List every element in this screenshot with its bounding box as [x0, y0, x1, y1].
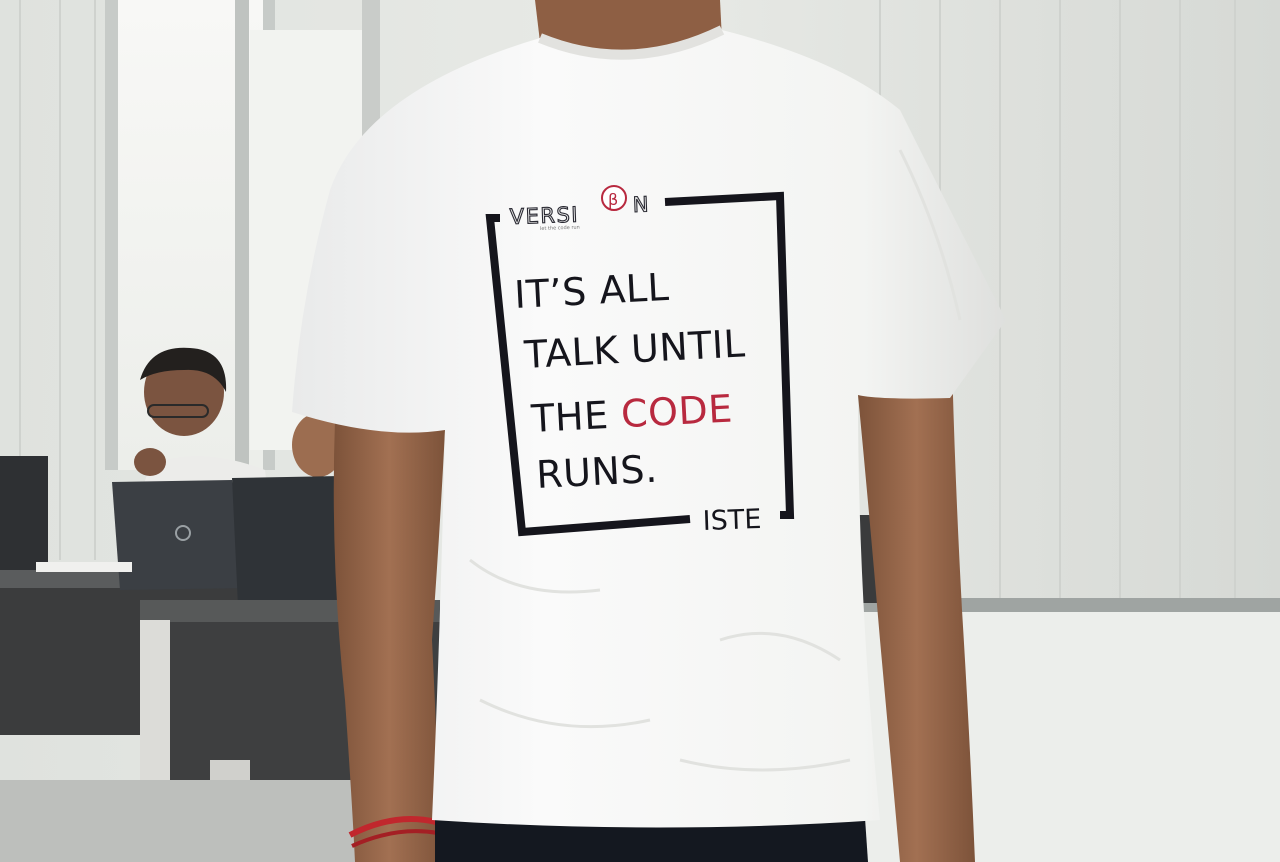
door-post: [235, 0, 249, 470]
monitor-left: [0, 456, 48, 571]
laptop-right: [232, 476, 345, 612]
svg-text:ISTE: ISTE: [702, 504, 762, 537]
slogan-line-4: RUNS.: [535, 447, 658, 497]
photo-scene: VERSI β N let the code run IT’S ALL TALK…: [0, 0, 1280, 862]
svg-text:RUNS.: RUNS.: [535, 447, 658, 497]
photo-illustration: VERSI β N let the code run IT’S ALL TALK…: [0, 0, 1280, 862]
paper-stack: [36, 562, 132, 572]
signature-iste: ISTE: [702, 504, 762, 537]
svg-text:N: N: [632, 192, 650, 217]
floor: [0, 780, 360, 862]
svg-text:IT’S ALL: IT’S ALL: [513, 265, 670, 317]
slogan-highlight-code: CODE: [620, 386, 734, 436]
slogan-line-3-prefix: THE: [529, 392, 622, 441]
slogan-line-1: IT’S ALL: [513, 265, 670, 317]
brand-suffix: N: [632, 192, 650, 217]
brand-o-glyph: β: [608, 190, 618, 209]
laptop-left: [112, 480, 250, 590]
